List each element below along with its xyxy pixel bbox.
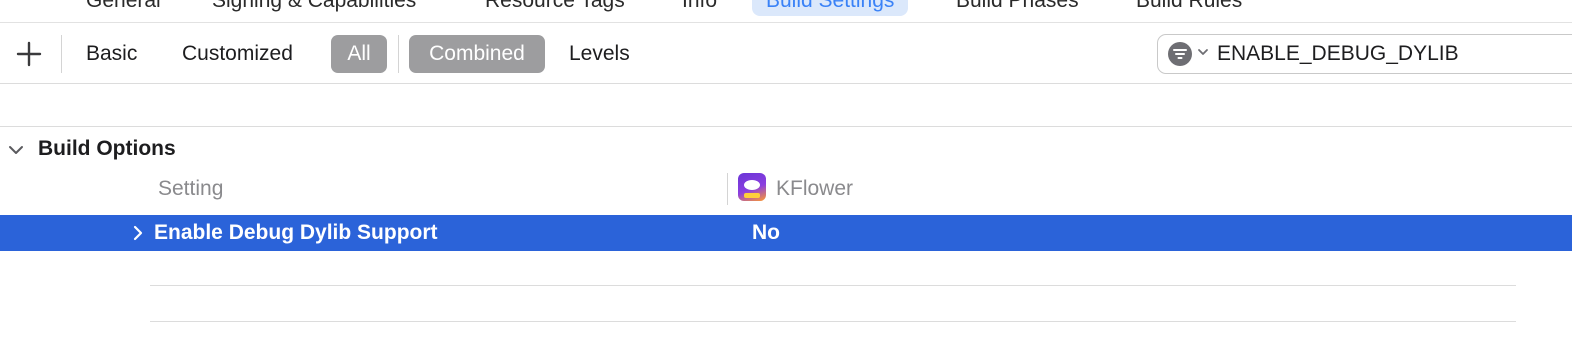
tab-build-rules[interactable]: Build Rules bbox=[1136, 0, 1242, 16]
tab-resource-tags[interactable]: Resource Tags bbox=[485, 0, 625, 16]
add-setting-button[interactable] bbox=[14, 39, 44, 69]
chevron-down-icon[interactable] bbox=[8, 142, 24, 158]
build-settings-toolbar: Basic Customized All Combined Levels ENA… bbox=[0, 23, 1572, 84]
chevron-right-icon[interactable] bbox=[130, 225, 146, 241]
section-title: Build Options bbox=[38, 137, 176, 160]
customized-filter-button[interactable]: Customized bbox=[174, 35, 301, 73]
column-divider bbox=[727, 173, 728, 205]
build-options-section-header[interactable]: Build Options bbox=[0, 134, 600, 166]
editor-tab-bar: General Signing & Capabilities Resource … bbox=[0, 0, 1572, 23]
search-input[interactable]: ENABLE_DEBUG_DYLIB bbox=[1217, 35, 1459, 73]
tab-general[interactable]: General bbox=[86, 0, 161, 16]
plus-icon bbox=[16, 41, 42, 67]
toolbar-divider bbox=[398, 35, 399, 73]
toolbar-divider bbox=[61, 35, 62, 73]
tab-build-settings[interactable]: Build Settings bbox=[752, 0, 909, 16]
filter-icon[interactable] bbox=[1168, 42, 1192, 66]
setting-column-header[interactable]: Setting bbox=[158, 177, 223, 201]
chevron-down-icon[interactable] bbox=[1196, 45, 1210, 59]
tab-signing-capabilities[interactable]: Signing & Capabilities bbox=[212, 0, 416, 16]
row-divider bbox=[150, 321, 1516, 322]
levels-view-button[interactable]: Levels bbox=[561, 35, 638, 73]
tab-build-phases[interactable]: Build Phases bbox=[956, 0, 1079, 16]
row-divider bbox=[150, 285, 1516, 286]
target-column-header[interactable]: KFlower bbox=[776, 177, 853, 201]
table-row[interactable]: Enable Debug Dylib Support No bbox=[0, 215, 1572, 251]
divider bbox=[0, 126, 1572, 127]
combined-view-button[interactable]: Combined bbox=[409, 35, 545, 73]
target-app-icon bbox=[738, 173, 766, 201]
basic-filter-button[interactable]: Basic bbox=[78, 35, 145, 73]
all-filter-button[interactable]: All bbox=[331, 35, 387, 73]
setting-name: Enable Debug Dylib Support bbox=[154, 221, 438, 244]
settings-search-field[interactable]: ENABLE_DEBUG_DYLIB bbox=[1157, 34, 1572, 74]
tab-info[interactable]: Info bbox=[682, 0, 717, 16]
setting-value[interactable]: No bbox=[752, 221, 780, 245]
